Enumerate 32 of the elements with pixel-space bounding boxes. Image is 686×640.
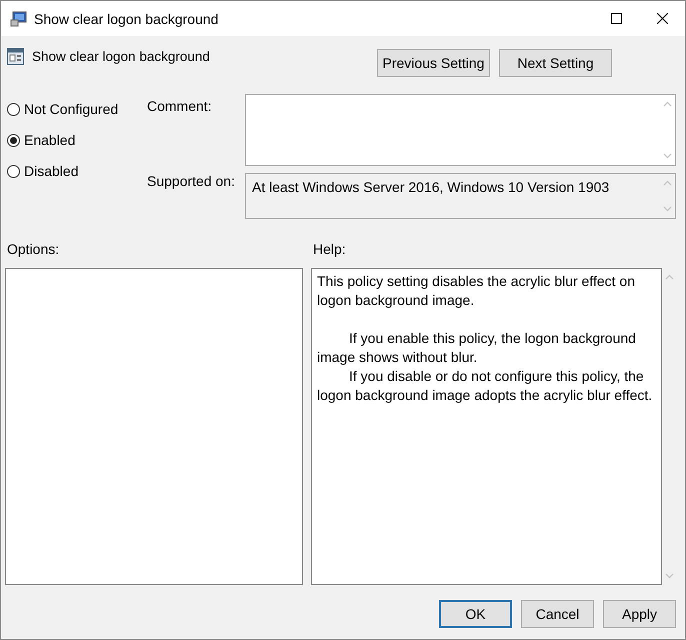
help-paragraph: If you disable or do not configure this policy, the logon background image adopts the acrylic blur effect. <box>317 367 654 405</box>
comment-label: Comment: <box>147 98 213 114</box>
state-radio[interactable]: Disabled <box>7 161 147 181</box>
help-label: Help: <box>313 241 346 257</box>
help-paragraph: If you enable this policy, the logon background image shows without blur. <box>317 329 637 367</box>
state-radio[interactable]: Not Configured <box>7 99 147 119</box>
supported-value: At least Windows Server 2016, Windows 10 Version 1903 <box>251 178 610 197</box>
radio-icon[interactable] <box>7 134 20 146</box>
supported-label: Supported on: <box>147 173 236 189</box>
radio-icon[interactable] <box>7 102 20 116</box>
close-icon[interactable] <box>656 13 668 24</box>
scroll-down-icon[interactable] <box>662 153 672 159</box>
scroll-up-icon[interactable] <box>662 101 672 107</box>
scroll-down-icon[interactable] <box>662 206 672 212</box>
policy-icon <box>7 48 24 65</box>
state-radio[interactable]: Enabled <box>7 130 147 150</box>
dialog-button[interactable]: Apply <box>603 600 676 628</box>
maximize-icon[interactable] <box>610 13 622 24</box>
scroll-down-icon[interactable] <box>664 573 674 579</box>
nav-button[interactable]: Next Setting <box>499 49 612 77</box>
help-paragraph: This policy setting disables the acrylic blur effect on logon background image. <box>317 272 636 310</box>
dialog-button[interactable]: OK <box>439 600 512 628</box>
setting-name: Show clear logon background <box>32 49 210 64</box>
dialog-button[interactable]: Cancel <box>521 600 594 628</box>
window-title: Show clear logon background <box>34 10 218 26</box>
comment-field[interactable] <box>245 94 676 166</box>
app-icon <box>10 10 27 26</box>
nav-button[interactable]: Previous Setting <box>377 49 490 77</box>
options-label: Options: <box>7 241 60 257</box>
radio-icon[interactable] <box>7 164 20 178</box>
scroll-up-icon[interactable] <box>664 274 674 280</box>
scroll-up-icon[interactable] <box>662 180 672 186</box>
